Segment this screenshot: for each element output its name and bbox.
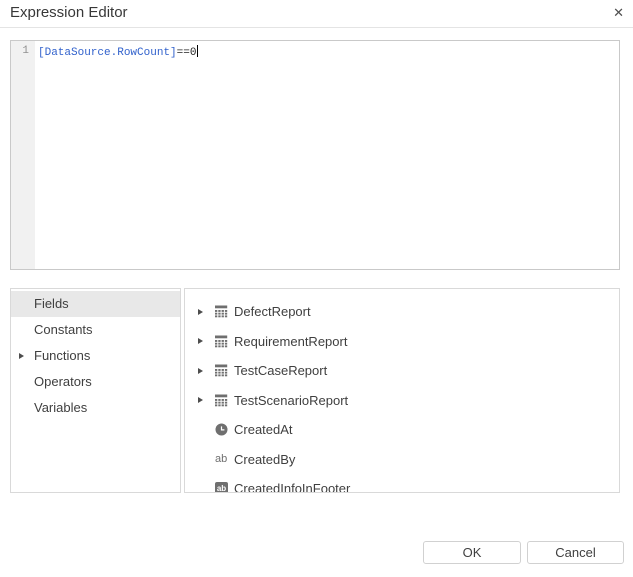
field-icon-slot	[215, 423, 234, 436]
field-icon-slot: ab	[215, 482, 234, 493]
field-item-defectreport[interactable]: DefectReport	[185, 297, 619, 327]
table-icon	[215, 364, 228, 377]
table-icon	[215, 394, 228, 407]
field-label: CreatedAt	[234, 422, 293, 437]
field-icon-slot	[215, 335, 234, 348]
field-label: DefectReport	[234, 304, 311, 319]
table-icon	[215, 305, 228, 318]
field-label: RequirementReport	[234, 334, 347, 349]
text-cursor-icon	[197, 45, 199, 57]
field-item-createdinfoinfooter[interactable]: ab CreatedInfoInFooter	[185, 474, 619, 493]
field-item-requirementreport[interactable]: RequirementReport	[185, 327, 619, 357]
category-label: Operators	[34, 374, 92, 389]
line-number: 1	[11, 45, 35, 58]
expand-arrow-slot	[198, 368, 215, 374]
field-label: CreatedInfoInFooter	[234, 481, 350, 493]
cancel-button[interactable]: Cancel	[527, 541, 624, 564]
field-icon-slot	[215, 364, 234, 377]
category-item-fields[interactable]: Fields	[11, 291, 180, 317]
code-field-token: [DataSource.RowCount]	[38, 47, 177, 59]
field-item-createdat[interactable]: CreatedAt	[185, 415, 619, 445]
category-label: Fields	[34, 296, 69, 311]
expand-arrow-slot	[198, 309, 215, 315]
line-number-gutter: 1	[11, 41, 35, 269]
category-item-variables[interactable]: Variables	[11, 395, 180, 421]
field-item-testcasereport[interactable]: TestCaseReport	[185, 356, 619, 386]
field-icon-slot	[215, 305, 234, 318]
field-icon-slot	[215, 394, 234, 407]
field-icon-slot: ab	[215, 453, 234, 466]
dialog-title: Expression Editor	[10, 4, 128, 21]
clock-icon	[215, 423, 228, 436]
field-label: CreatedBy	[234, 452, 295, 467]
expand-arrow-icon[interactable]	[198, 368, 203, 374]
category-item-functions[interactable]: Functions	[11, 343, 180, 369]
expand-arrow-slot	[198, 338, 215, 344]
category-item-operators[interactable]: Operators	[11, 369, 180, 395]
expand-arrow-icon[interactable]	[198, 309, 203, 315]
field-item-createdby[interactable]: ab CreatedBy	[185, 445, 619, 475]
expand-arrow-icon[interactable]	[19, 353, 24, 359]
field-label: TestCaseReport	[234, 363, 327, 378]
expression-text[interactable]: [DataSource.RowCount]==0	[35, 45, 619, 60]
expand-arrow-icon[interactable]	[198, 338, 203, 344]
category-label: Constants	[34, 322, 93, 337]
category-list: Fields Constants Functions Operators Variabl…	[10, 288, 181, 493]
expand-arrow-slot	[198, 397, 215, 403]
fields-list: DefectReport RequirementReport TestCaseRep…	[184, 288, 620, 493]
text-badge-icon: ab	[215, 482, 228, 493]
expand-arrow-icon[interactable]	[198, 397, 203, 403]
field-label: TestScenarioReport	[234, 393, 348, 408]
dialog-titlebar: Expression Editor ✕	[0, 0, 633, 28]
table-icon	[215, 335, 228, 348]
category-item-constants[interactable]: Constants	[11, 317, 180, 343]
close-icon[interactable]: ✕	[613, 5, 624, 21]
text-icon: ab	[215, 453, 227, 466]
category-label: Variables	[34, 400, 87, 415]
field-item-testscenarioreport[interactable]: TestScenarioReport	[185, 386, 619, 416]
code-operator-token: ==0	[177, 47, 197, 59]
ok-button[interactable]: OK	[423, 541, 521, 564]
expression-code-editor[interactable]: 1 [DataSource.RowCount]==0	[10, 40, 620, 270]
category-label: Functions	[34, 348, 90, 363]
